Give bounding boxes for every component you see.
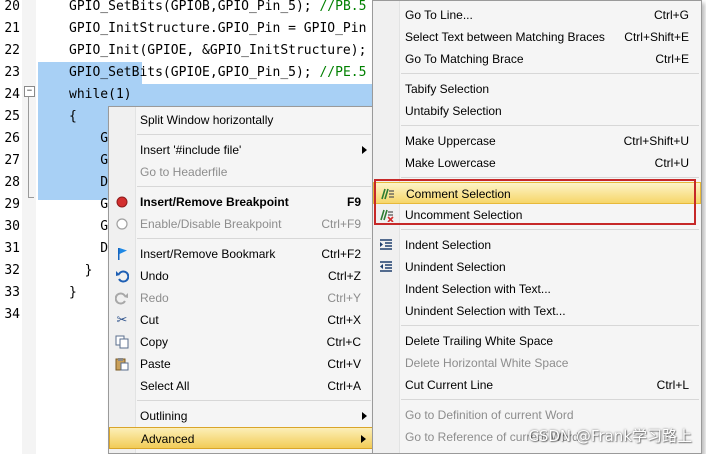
menu-item-select-all[interactable]: Select All Ctrl+A bbox=[109, 375, 373, 397]
menu-item-split-window[interactable]: Split Window horizontally bbox=[109, 109, 373, 131]
menu-item-insert-include[interactable]: Insert '#include file' bbox=[109, 139, 373, 161]
line-number-gutter: 20 21 22 23 24 25 26 27 28 29 30 31 32 3… bbox=[0, 0, 22, 454]
line-number: 27 bbox=[4, 153, 20, 168]
line-number: 34 bbox=[4, 307, 20, 322]
submenu-arrow-icon bbox=[362, 146, 367, 154]
menu-separator bbox=[137, 400, 371, 401]
bookmark-flag-icon bbox=[114, 246, 130, 262]
submenu-arrow-icon bbox=[362, 412, 367, 420]
line-number: 32 bbox=[4, 263, 20, 278]
menu-item-unindent-with-text[interactable]: Unindent Selection with Text... bbox=[373, 300, 701, 322]
fold-line bbox=[28, 97, 29, 197]
scissors-icon: ✂ bbox=[116, 312, 128, 327]
menu-item-make-uppercase[interactable]: Make Uppercase Ctrl+Shift+U bbox=[373, 130, 701, 152]
menu-separator bbox=[401, 73, 699, 74]
menu-item-indent-with-text[interactable]: Indent Selection with Text... bbox=[373, 278, 701, 300]
menu-item-paste[interactable]: Paste Ctrl+V bbox=[109, 353, 373, 375]
submenu-arrow-icon bbox=[361, 435, 366, 443]
code-line: { bbox=[69, 109, 77, 124]
menu-separator bbox=[401, 229, 699, 230]
line-number: 25 bbox=[4, 109, 20, 124]
breakpoint-icon bbox=[114, 194, 130, 210]
fold-end bbox=[28, 197, 34, 198]
line-number: 33 bbox=[4, 285, 20, 300]
line-number: 21 bbox=[4, 21, 20, 36]
menu-separator bbox=[137, 238, 371, 239]
line-number: 29 bbox=[4, 197, 20, 212]
menu-item-untabify-selection[interactable]: Untabify Selection bbox=[373, 100, 701, 122]
advanced-submenu: Go To Line... Ctrl+G Select Text between… bbox=[372, 0, 702, 454]
menu-separator bbox=[137, 134, 371, 135]
fold-margin: − bbox=[22, 0, 36, 454]
line-number: 31 bbox=[4, 241, 20, 256]
menu-item-cut[interactable]: ✂ Cut Ctrl+X bbox=[109, 309, 373, 331]
fold-toggle-icon[interactable]: − bbox=[24, 86, 35, 97]
menu-item-go-to-headerfile[interactable]: Go to Headerfile bbox=[109, 161, 373, 183]
copy-icon bbox=[114, 334, 130, 350]
undo-icon bbox=[114, 268, 130, 284]
line-number: 22 bbox=[4, 43, 20, 58]
menu-item-cut-current-line[interactable]: Cut Current Line Ctrl+L bbox=[373, 374, 701, 396]
menu-item-indent-selection[interactable]: Indent Selection bbox=[373, 234, 701, 256]
menu-item-delete-horizontal-white-space[interactable]: Delete Horizontal White Space bbox=[373, 352, 701, 374]
menu-separator bbox=[401, 125, 699, 126]
code-line: G bbox=[69, 219, 109, 234]
annotation-highlight-box bbox=[374, 179, 696, 225]
menu-item-insert-remove-breakpoint[interactable]: Insert/Remove Breakpoint F9 bbox=[109, 191, 373, 213]
menu-item-delete-trailing-white-space[interactable]: Delete Trailing White Space bbox=[373, 330, 701, 352]
menu-item-advanced[interactable]: Advanced bbox=[109, 427, 373, 449]
menu-separator bbox=[401, 177, 699, 178]
code-line: G bbox=[69, 153, 109, 168]
indent-icon bbox=[378, 237, 394, 253]
menu-item-go-to-matching-brace[interactable]: Go To Matching Brace Ctrl+E bbox=[373, 48, 701, 70]
menu-item-make-lowercase[interactable]: Make Lowercase Ctrl+U bbox=[373, 152, 701, 174]
code-line: GPIO_SetBits(GPIOE,GPIO_Pin_5); //PE.5 bbox=[69, 65, 367, 80]
paste-icon bbox=[114, 356, 130, 372]
redo-icon bbox=[114, 290, 130, 306]
menu-item-redo[interactable]: Redo Ctrl+Y bbox=[109, 287, 373, 309]
line-number: 28 bbox=[4, 175, 20, 190]
menu-item-enable-disable-breakpoint[interactable]: Enable/Disable Breakpoint Ctrl+F9 bbox=[109, 213, 373, 235]
unindent-icon bbox=[378, 259, 394, 275]
menu-item-unindent-selection[interactable]: Unindent Selection bbox=[373, 256, 701, 278]
line-number: 23 bbox=[4, 65, 20, 80]
menu-item-go-to-line[interactable]: Go To Line... Ctrl+G bbox=[373, 4, 701, 26]
code-line: GPIO_InitStructure.GPIO_Pin = GPIO_Pin bbox=[69, 21, 367, 36]
code-line: G bbox=[69, 197, 109, 212]
line-number: 26 bbox=[4, 131, 20, 146]
code-line: D bbox=[69, 175, 109, 190]
menu-item-insert-remove-bookmark[interactable]: Insert/Remove Bookmark Ctrl+F2 bbox=[109, 243, 373, 265]
menu-item-tabify-selection[interactable]: Tabify Selection bbox=[373, 78, 701, 100]
menu-separator bbox=[401, 399, 699, 400]
menu-item-outlining[interactable]: Outlining bbox=[109, 405, 373, 427]
menu-separator bbox=[401, 325, 699, 326]
watermark: CSDN @Frank学习路上 bbox=[528, 427, 692, 445]
line-number: 24 bbox=[4, 87, 20, 102]
code-line: } bbox=[69, 285, 77, 300]
menu-separator bbox=[137, 186, 371, 187]
breakpoint-disabled-icon bbox=[114, 216, 130, 232]
menu-item-select-between-braces[interactable]: Select Text between Matching Braces Ctrl… bbox=[373, 26, 701, 48]
code-line: } bbox=[69, 263, 93, 278]
menu-item-go-to-definition[interactable]: Go to Definition of current Word bbox=[373, 404, 701, 426]
code-line: while(1) bbox=[69, 87, 132, 102]
menu-item-copy[interactable]: Copy Ctrl+C bbox=[109, 331, 373, 353]
code-line: GPIO_SetBits(GPIOB,GPIO_Pin_5); //PB.5 bbox=[69, 0, 367, 14]
menu-item-undo[interactable]: Undo Ctrl+Z bbox=[109, 265, 373, 287]
line-number: 20 bbox=[4, 0, 20, 14]
code-line: D bbox=[69, 241, 109, 256]
editor-context-menu: Split Window horizontally Insert '#inclu… bbox=[108, 106, 374, 454]
line-number: 30 bbox=[4, 219, 20, 234]
code-line: GPIO_Init(GPIOE, &GPIO_InitStructure); bbox=[69, 43, 367, 58]
